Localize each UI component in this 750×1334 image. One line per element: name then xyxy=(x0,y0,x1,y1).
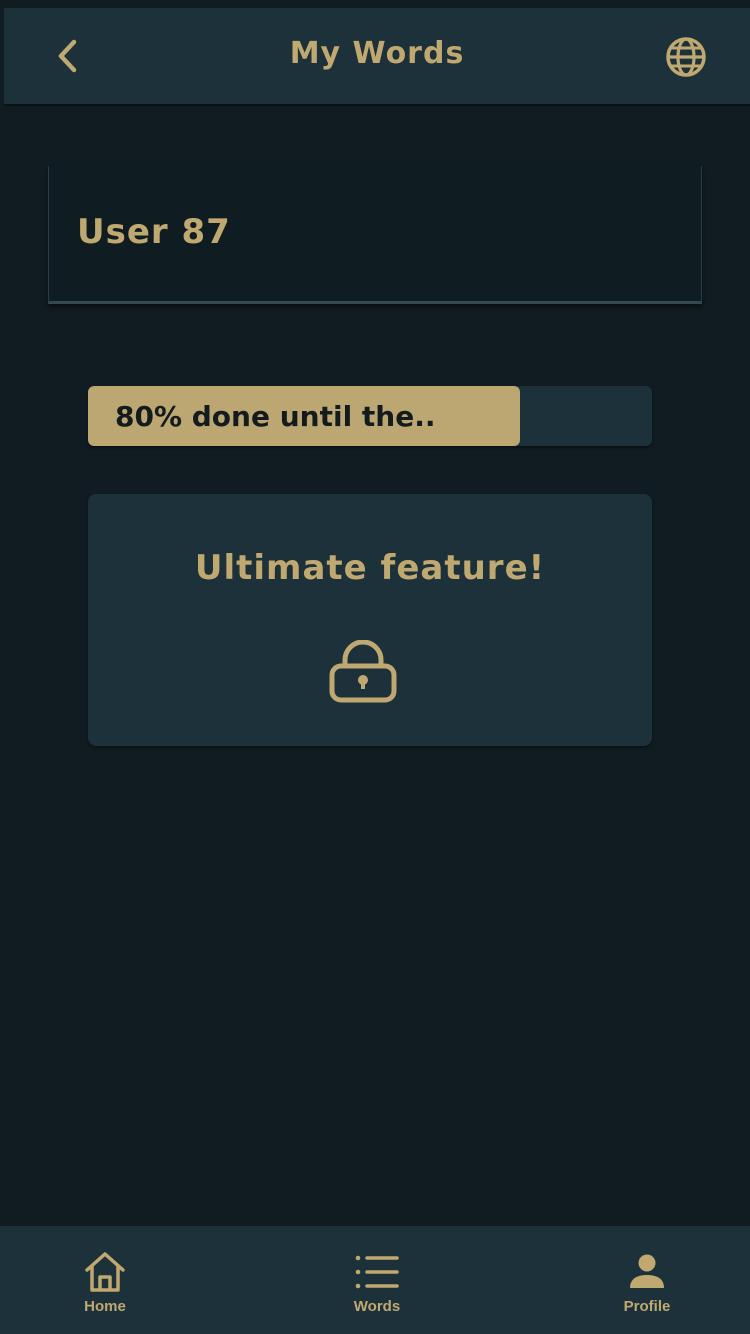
progress-label: 80% done until the.. xyxy=(115,400,436,433)
globe-icon xyxy=(666,37,706,77)
page-title: My Words xyxy=(289,36,465,71)
nav-item-home[interactable]: Home xyxy=(25,1226,185,1334)
user-card: User 87 xyxy=(48,166,702,304)
feature-title: Ultimate feature! xyxy=(194,548,546,588)
top-app-bar: My Words xyxy=(4,8,750,106)
nav-item-profile[interactable]: Profile xyxy=(567,1226,727,1334)
person-icon xyxy=(630,1254,664,1288)
nav-item-words[interactable]: Words xyxy=(297,1226,457,1334)
user-name: User 87 xyxy=(77,212,231,252)
bottom-navigation: Home Words Profile xyxy=(0,1226,750,1334)
list-icon xyxy=(355,1255,399,1289)
language-button[interactable] xyxy=(664,35,708,79)
lock-icon xyxy=(329,640,397,703)
home-icon xyxy=(85,1252,125,1292)
ultimate-feature-card[interactable]: Ultimate feature! xyxy=(88,494,652,746)
progress-bar: 80% done until the.. xyxy=(88,386,652,446)
nav-label-profile: Profile xyxy=(623,1298,671,1315)
nav-label-home: Home xyxy=(84,1298,126,1315)
nav-label-words: Words xyxy=(353,1298,401,1315)
